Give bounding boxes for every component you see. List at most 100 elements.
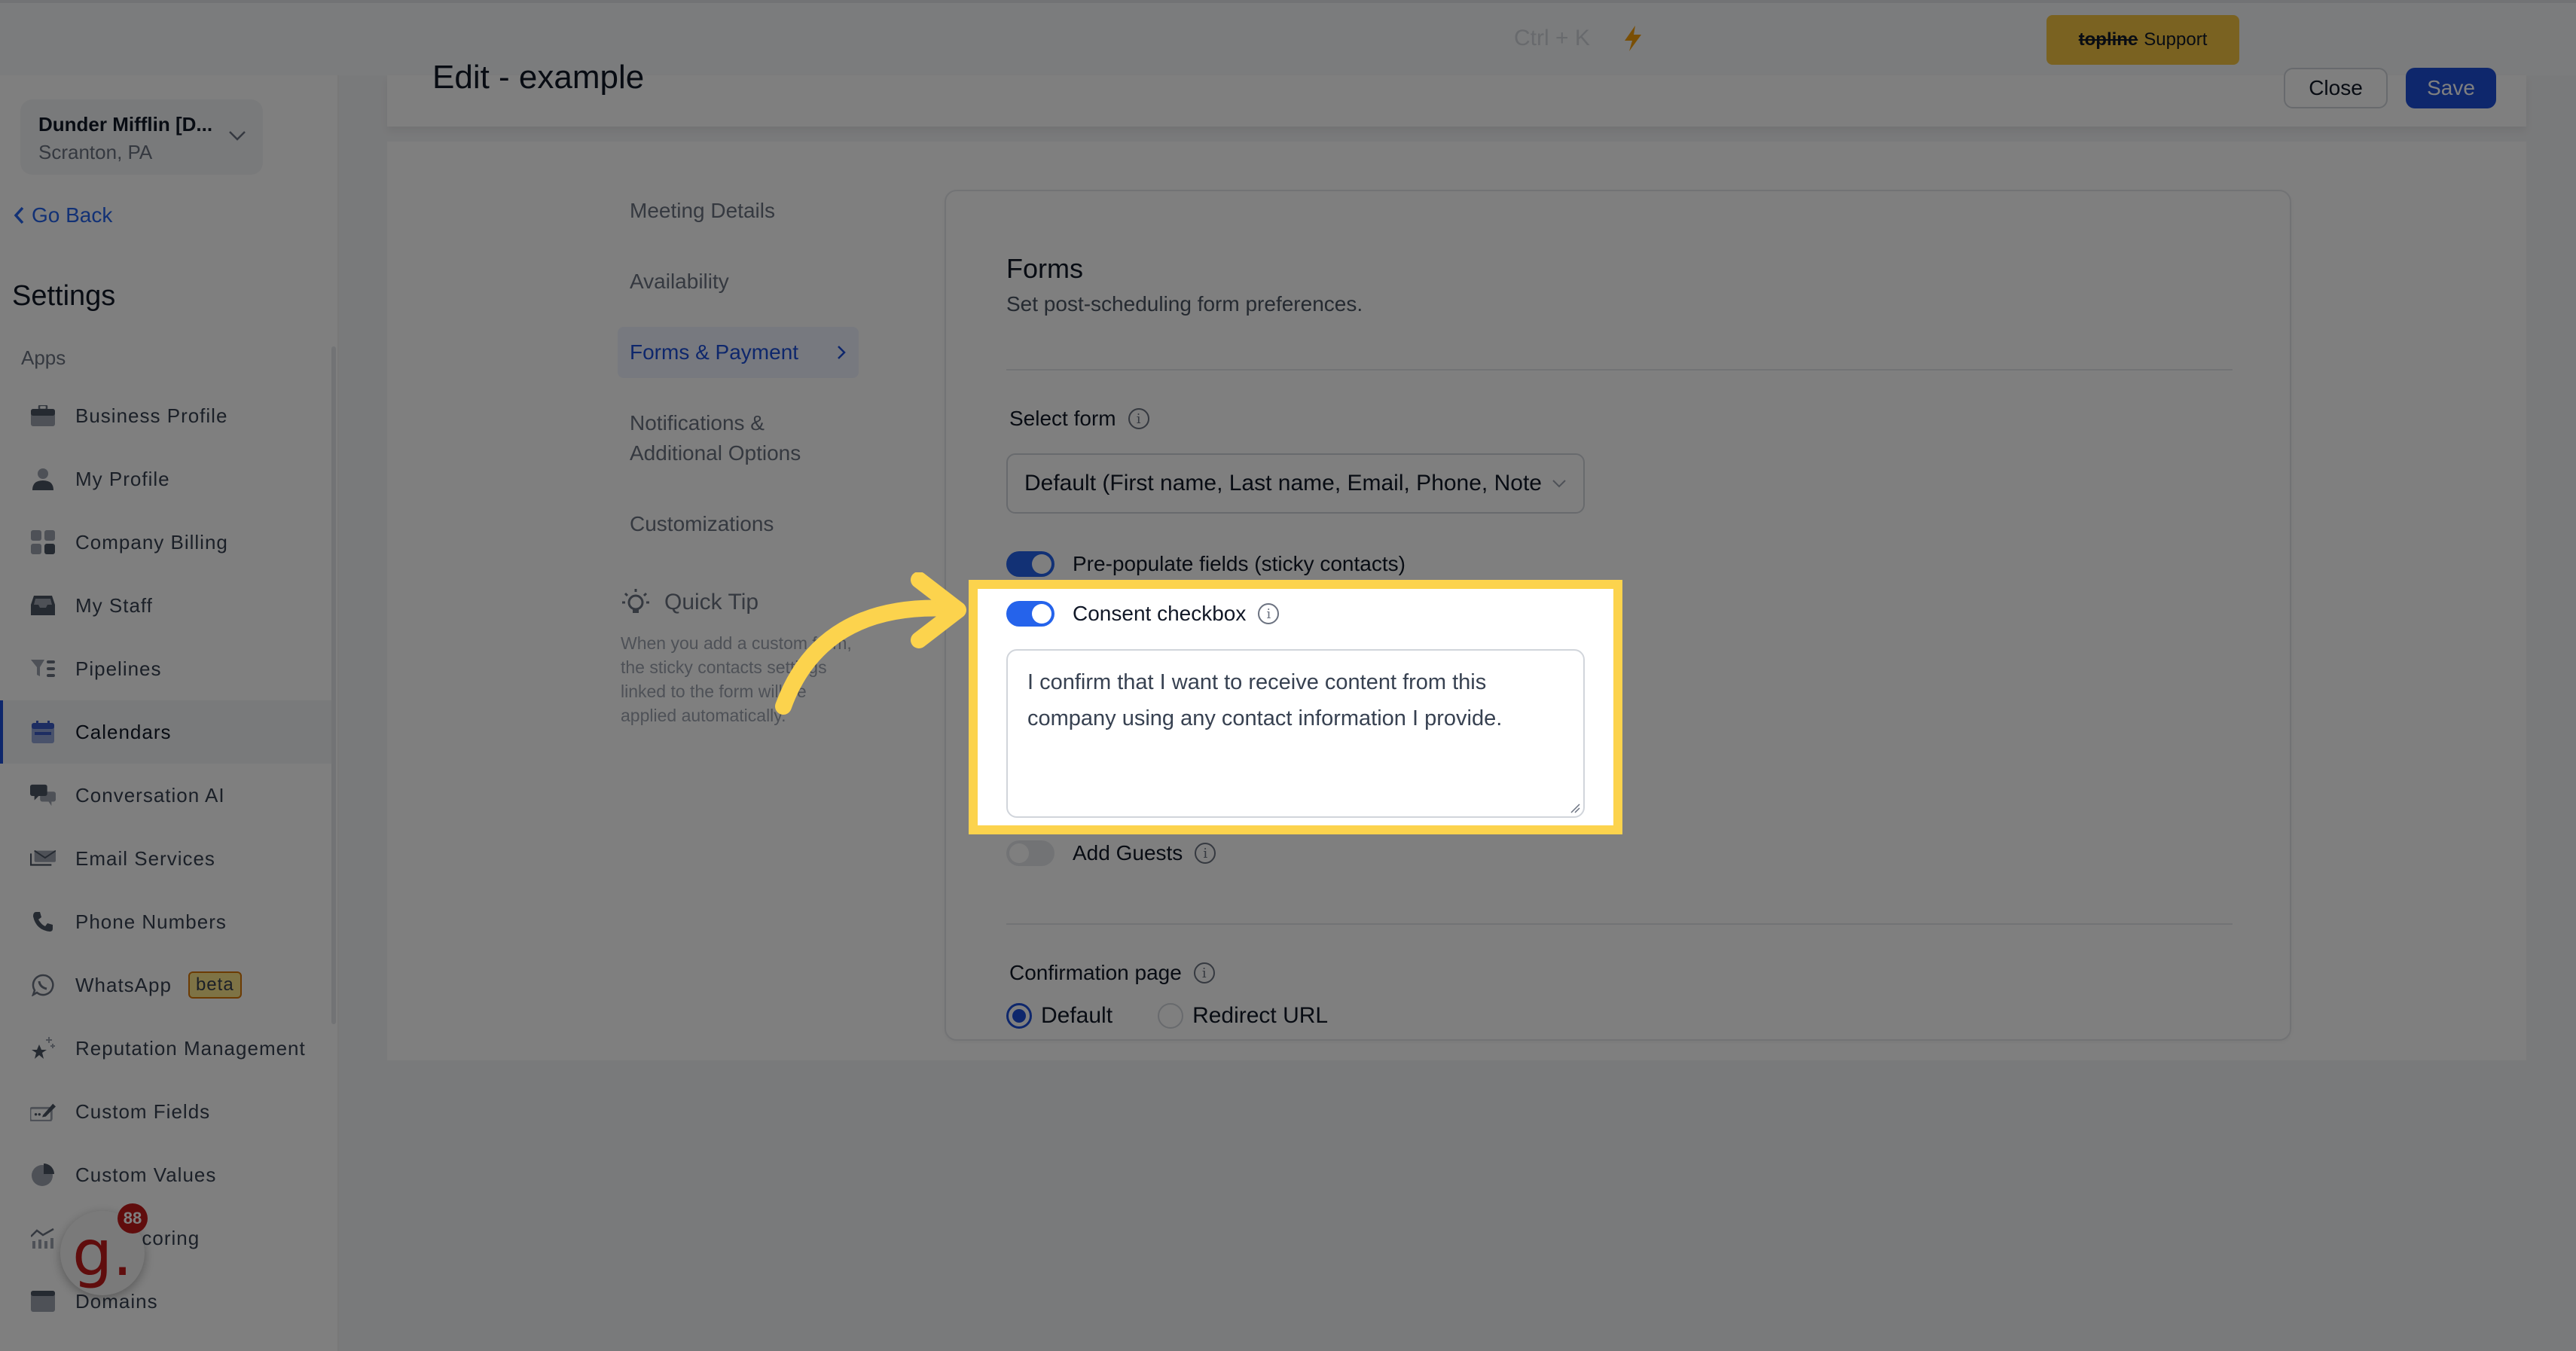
star-sparkle-icon (30, 1035, 56, 1061)
calendar-icon (30, 719, 56, 745)
support-brand: topline (2078, 29, 2138, 50)
sidebar-item-label: Conversation AI (75, 783, 225, 807)
forms-title: Forms (1006, 253, 1083, 284)
sidebar-scrollbar[interactable] (331, 346, 336, 1024)
beta-badge: beta (188, 971, 242, 999)
calculator-icon (30, 529, 56, 555)
sidebar-item-reputation-management[interactable]: Reputation Management (0, 1017, 334, 1080)
close-button[interactable]: Close (2284, 68, 2388, 108)
info-icon[interactable]: i (1193, 962, 1215, 984)
support-button[interactable]: topline Support (2046, 15, 2239, 65)
go-back-label: Go Back (32, 203, 113, 227)
edit-field-icon (30, 1099, 56, 1124)
sidebar-item-email-services[interactable]: Email Services (0, 827, 334, 890)
select-form-label: Select form i (1009, 407, 1149, 431)
go-back-link[interactable]: Go Back (14, 203, 112, 227)
add-guests-row: Add Guests i (1006, 840, 1216, 866)
consent-row: Consent checkbox i (1006, 601, 1280, 627)
prepopulate-row: Pre-populate fields (sticky contacts) (1006, 551, 1406, 577)
radio-default[interactable] (1006, 1003, 1032, 1029)
chevron-down-icon (1552, 480, 1566, 488)
sidebar-item-domains[interactable]: Domains (0, 1270, 334, 1333)
confirmation-page-label: Confirmation page i (1009, 961, 1215, 985)
sidebar-item-custom-values[interactable]: Custom Values (0, 1143, 334, 1206)
info-icon[interactable]: i (1128, 408, 1149, 429)
sidebar-item-label: Company Billing (75, 530, 228, 554)
user-icon (30, 466, 56, 492)
sidebar-item-label: Business Profile (75, 404, 228, 427)
subnav-forms-payment[interactable]: Forms & Payment (618, 327, 859, 378)
pie-chart-icon (30, 1162, 56, 1188)
confirmation-page-options: Default Redirect URL (1006, 1003, 1328, 1029)
quick-tip-body: When you add a custom form, the sticky c… (621, 633, 852, 725)
notification-count-badge: 88 (118, 1203, 148, 1234)
radio-default-label: Default (1041, 1003, 1113, 1028)
lightbulb-icon (622, 589, 649, 613)
select-form-dropdown[interactable]: Default (First name, Last name, Email, P… (1006, 453, 1585, 514)
location-subtitle: Scranton, PA (38, 141, 153, 163)
sidebar-item-label: Calendars (75, 720, 172, 743)
sidebar-item-label: WhatsApp (75, 973, 172, 996)
add-guests-label: Add Guests (1073, 841, 1183, 865)
subnav-meeting-details[interactable]: Meeting Details (618, 185, 859, 236)
sidebar-item-conversation-ai[interactable]: Conversation AI (0, 764, 334, 827)
divider (1006, 923, 2233, 925)
page-title: Edit - example (432, 59, 645, 96)
sidebar-item-my-profile[interactable]: My Profile (0, 447, 334, 511)
quick-tip-title: Quick Tip (664, 590, 759, 615)
sidebar-item-business-profile[interactable]: Business Profile (0, 384, 334, 447)
prepopulate-label: Pre-populate fields (sticky contacts) (1073, 552, 1406, 575)
location-switcher[interactable]: Dunder Mifflin [D... Scranton, PA (20, 99, 263, 175)
sidebar-item-lead-scoring[interactable]: Lead Scoring (0, 1206, 334, 1270)
inbox-icon (30, 593, 56, 618)
radio-redirect-url[interactable] (1158, 1003, 1184, 1029)
radio-redirect-label: Redirect URL (1192, 1003, 1329, 1028)
lightning-icon[interactable] (1623, 26, 1643, 51)
consent-text-input[interactable]: I confirm that I want to receive content… (1006, 649, 1585, 818)
chat-bubbles-icon (30, 782, 56, 808)
sidebar-item-label: Phone Numbers (75, 910, 227, 933)
sidebar-item-pipelines[interactable]: Pipelines (0, 637, 334, 700)
funnel-icon (30, 656, 56, 682)
info-icon[interactable]: i (1195, 843, 1216, 864)
resize-handle-icon[interactable] (1570, 803, 1580, 813)
sidebar-item-label: Email Services (75, 846, 215, 870)
sidebar-item-whatsapp[interactable]: WhatsApp beta (0, 953, 334, 1017)
subnav-label: Forms & Payment (630, 340, 799, 364)
settings-nav: Business Profile My Profile Company Bill… (0, 384, 334, 1333)
envelope-icon (30, 846, 56, 871)
consent-text-value: I confirm that I want to receive content… (1027, 670, 1503, 730)
sidebar-item-my-staff[interactable]: My Staff (0, 574, 334, 637)
add-guests-toggle[interactable] (1006, 840, 1055, 866)
subnav-availability[interactable]: Availability (618, 256, 859, 307)
calendar-edit-subnav: Meeting Details Availability Forms & Pay… (618, 185, 859, 569)
sidebar-item-custom-fields[interactable]: Custom Fields (0, 1080, 334, 1143)
confirmation-page-label-text: Confirmation page (1009, 961, 1182, 984)
sidebar-item-label: Custom Values (75, 1163, 217, 1186)
save-button[interactable]: Save (2406, 68, 2496, 108)
shortcut-hint: Ctrl + K (1514, 26, 1590, 50)
consent-label: Consent checkbox (1073, 602, 1247, 625)
apps-section-label: Apps (21, 346, 66, 369)
sidebar-item-phone-numbers[interactable]: Phone Numbers (0, 890, 334, 953)
sidebar-item-label: Pipelines (75, 657, 162, 680)
settings-title: Settings (12, 280, 116, 312)
location-name: Dunder Mifflin [D... (38, 113, 213, 136)
subnav-customizations[interactable]: Customizations (618, 499, 859, 550)
briefcase-icon (30, 403, 56, 428)
forms-card: Forms Set post-scheduling form preferenc… (945, 190, 2291, 1041)
browser-window-icon (30, 1288, 56, 1314)
sidebar-item-calendars[interactable]: Calendars (0, 700, 334, 764)
chevron-left-icon (14, 206, 24, 224)
quick-tip: Quick Tip When you add a custom form, th… (621, 587, 862, 727)
sidebar-item-company-billing[interactable]: Company Billing (0, 511, 334, 574)
top-bar: Ctrl + K topline Support (0, 0, 2576, 75)
prepopulate-toggle[interactable] (1006, 551, 1055, 577)
sidebar-item-label: My Staff (75, 593, 153, 617)
sidebar-item-label: Reputation Management (75, 1036, 306, 1060)
subnav-notifications[interactable]: Notifications & Additional Options (618, 398, 859, 479)
settings-sidebar: Dunder Mifflin [D... Scranton, PA Go Bac… (0, 75, 339, 1351)
info-icon[interactable]: i (1258, 603, 1280, 624)
chart-bars-icon (30, 1225, 56, 1251)
consent-toggle[interactable] (1006, 601, 1055, 627)
